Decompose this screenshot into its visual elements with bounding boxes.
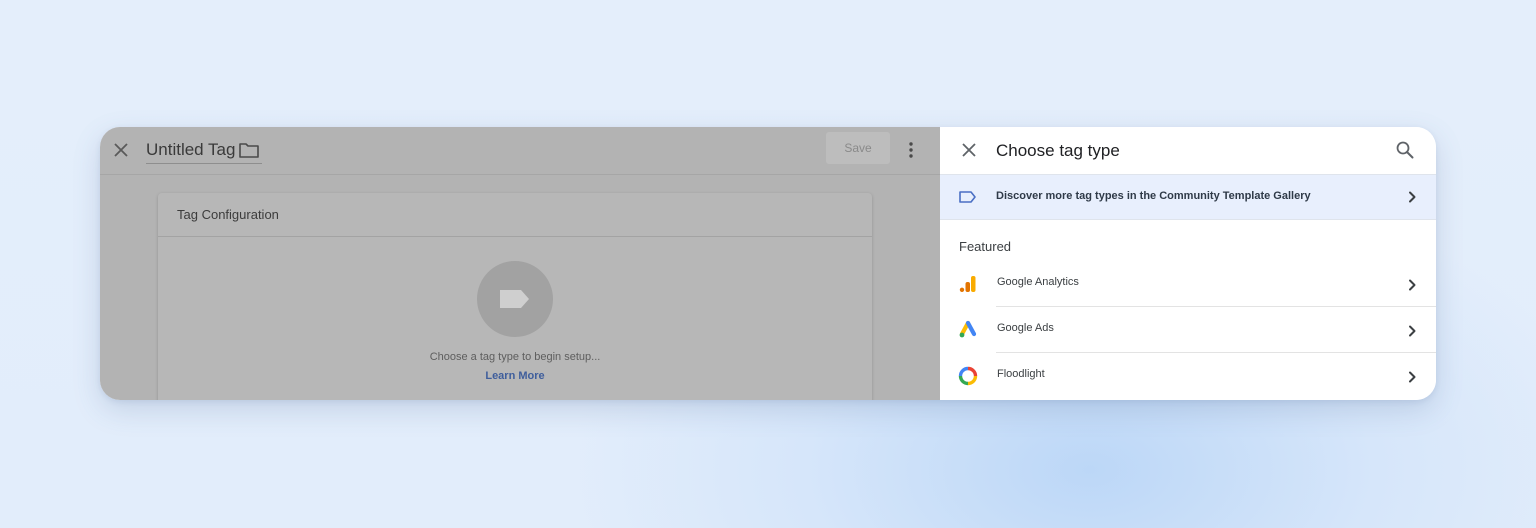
tag-type-floodlight[interactable]: Floodlight bbox=[940, 353, 1436, 399]
chevron-right-icon bbox=[1409, 279, 1416, 291]
floodlight-icon bbox=[958, 366, 978, 386]
tag-icon bbox=[500, 290, 529, 308]
editor-header: Untitled Tag Save bbox=[100, 127, 940, 175]
tag-configuration-title: Tag Configuration bbox=[177, 207, 279, 222]
tag-editor-overlay: Untitled Tag Save Tag Configuration Choo… bbox=[100, 127, 940, 400]
tag-configuration-header: Tag Configuration bbox=[158, 193, 872, 237]
close-icon[interactable] bbox=[110, 139, 132, 161]
tag-type-label: Google Analytics bbox=[997, 276, 1079, 288]
tag-type-placeholder[interactable] bbox=[477, 261, 553, 337]
tag-name-input[interactable]: Untitled Tag bbox=[146, 140, 235, 160]
tag-editor-window: Untitled Tag Save Tag Configuration Choo… bbox=[100, 127, 1436, 400]
learn-more-link[interactable]: Learn More bbox=[158, 370, 872, 382]
tag-type-label: Floodlight bbox=[997, 368, 1045, 380]
google-analytics-icon bbox=[959, 276, 976, 292]
community-gallery-label: Discover more tag types in the Community… bbox=[996, 190, 1311, 202]
chevron-right-icon bbox=[1409, 371, 1416, 383]
chevron-right-icon bbox=[1409, 325, 1416, 337]
google-ads-icon bbox=[959, 320, 977, 338]
tag-outline-icon bbox=[959, 191, 976, 203]
choose-tag-type-panel: Choose tag type Discover more tag types … bbox=[940, 127, 1436, 400]
tag-name-underline bbox=[146, 163, 262, 164]
more-vert-icon[interactable] bbox=[900, 139, 922, 161]
community-template-gallery-link[interactable]: Discover more tag types in the Community… bbox=[940, 174, 1436, 220]
tag-type-hint: Choose a tag type to begin setup... bbox=[429, 351, 601, 363]
folder-icon[interactable] bbox=[238, 140, 260, 160]
tag-type-google-analytics[interactable]: Google Analytics bbox=[940, 261, 1436, 307]
close-icon[interactable] bbox=[958, 139, 980, 161]
panel-title: Choose tag type bbox=[996, 141, 1120, 160]
save-button[interactable]: Save bbox=[826, 132, 890, 164]
tag-type-label: Google Ads bbox=[997, 322, 1054, 334]
featured-heading: Featured bbox=[959, 239, 1012, 254]
search-icon[interactable] bbox=[1394, 139, 1416, 161]
tag-configuration-card[interactable]: Tag Configuration Choose a tag type to b… bbox=[158, 193, 872, 400]
tag-type-google-ads[interactable]: Google Ads bbox=[940, 307, 1436, 353]
chevron-right-icon bbox=[1409, 191, 1416, 203]
